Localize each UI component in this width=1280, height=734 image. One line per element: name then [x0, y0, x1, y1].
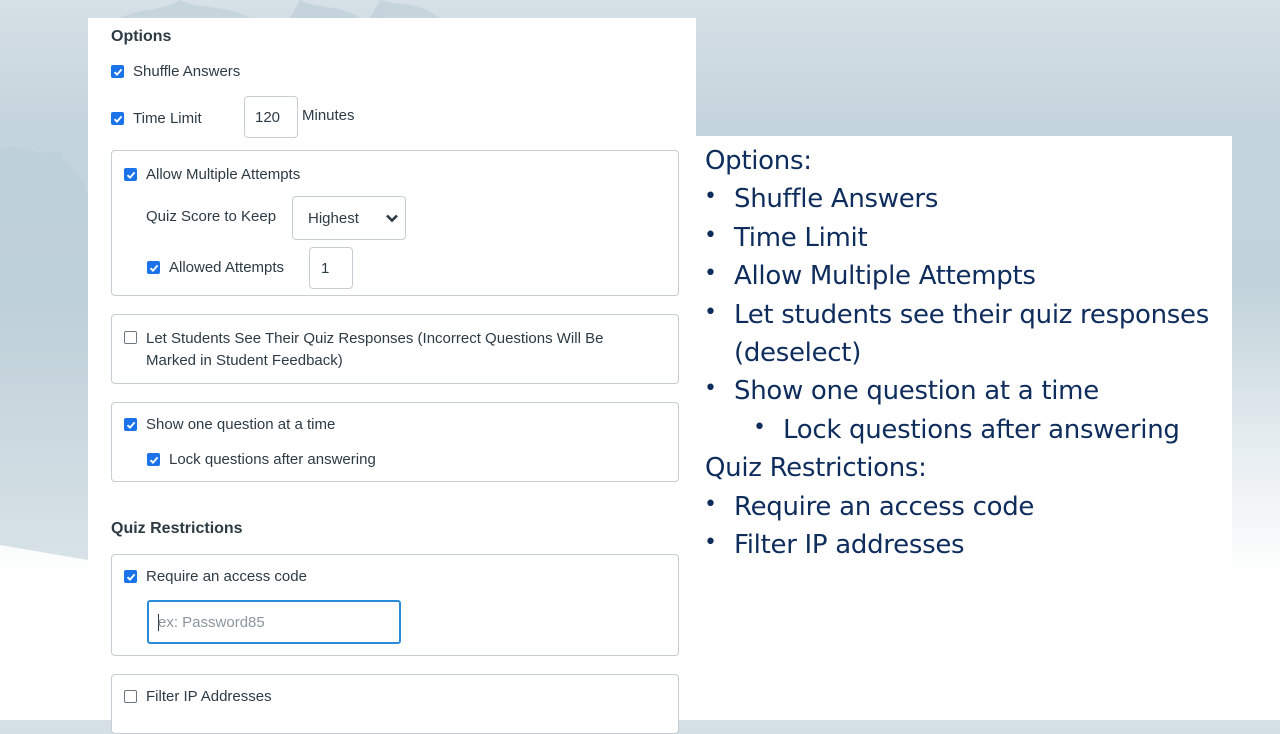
see-responses-label-line2: Marked in Student Feedback): [146, 352, 343, 369]
notes-item: Show one question at a time: [734, 376, 1099, 406]
notes-subitem: Lock questions after answering: [783, 415, 1180, 445]
bullet-icon: •: [704, 300, 717, 325]
see-responses-option[interactable]: Let Students See Their Quiz Responses (I…: [124, 328, 603, 372]
notes-item: Time Limit: [734, 223, 868, 253]
shuffle-answers-label: Shuffle Answers: [133, 63, 241, 80]
quiz-restrictions-heading: Quiz Restrictions: [111, 520, 243, 537]
time-limit-checkbox[interactable]: [111, 112, 124, 125]
chevron-down-icon: [386, 214, 398, 223]
notes-item: Allow Multiple Attempts: [734, 261, 1036, 291]
score-to-keep-select[interactable]: Highest: [292, 196, 406, 240]
one-question-group: [111, 402, 679, 482]
access-code-checkbox[interactable]: [124, 570, 137, 583]
checkmark-icon: [126, 421, 135, 429]
allowed-attempts-label: Allowed Attempts: [169, 259, 285, 276]
lock-questions-checkbox[interactable]: [147, 453, 160, 466]
quiz-settings-screenshot: Options Shuffle Answers Time Limit 120 M…: [88, 18, 696, 734]
bullet-icon: •: [704, 492, 717, 517]
score-to-keep-label: Quiz Score to Keep: [146, 208, 277, 225]
checkmark-icon: [126, 171, 135, 179]
access-code-label: Require an access code: [146, 568, 307, 585]
notes-heading-restrictions: Quiz Restrictions:: [705, 453, 927, 483]
lock-questions-option[interactable]: Lock questions after answering: [147, 451, 376, 468]
time-limit-label: Time Limit: [133, 110, 202, 127]
checkmark-icon: [113, 68, 122, 76]
checkmark-icon: [149, 264, 158, 272]
checkmark-icon: [126, 573, 135, 581]
bullet-icon: •: [704, 376, 717, 401]
bullet-icon: •: [753, 415, 766, 440]
time-limit-input[interactable]: 120: [244, 96, 298, 138]
one-question-label: Show one question at a time: [146, 416, 336, 433]
access-code-input[interactable]: ex: Password85: [147, 600, 401, 644]
notes-item: Filter IP addresses: [734, 530, 965, 560]
see-responses-label-line1: Let Students See Their Quiz Responses (I…: [146, 330, 604, 347]
bullet-icon: •: [704, 261, 717, 286]
multiple-attempts-label: Allow Multiple Attempts: [146, 166, 301, 183]
filter-ip-checkbox[interactable]: [124, 690, 137, 703]
checkmark-icon: [149, 456, 158, 464]
slide-notes-panel: Options: • Shuffle Answers • Time Limit …: [696, 136, 1232, 720]
multiple-attempts-option[interactable]: Allow Multiple Attempts: [124, 166, 300, 183]
see-responses-checkbox[interactable]: [124, 331, 137, 344]
options-heading: Options: [111, 28, 172, 45]
shuffle-answers-option[interactable]: Shuffle Answers: [111, 63, 240, 80]
notes-item: Require an access code: [734, 492, 1035, 522]
bullet-icon: •: [704, 223, 717, 248]
score-to-keep-value: Highest: [308, 209, 359, 227]
notes-heading-options: Options:: [705, 146, 812, 176]
one-question-option[interactable]: Show one question at a time: [124, 416, 335, 433]
time-limit-unit: Minutes: [302, 107, 355, 124]
time-limit-option[interactable]: Time Limit: [111, 110, 202, 127]
bullet-icon: •: [704, 530, 717, 555]
checkmark-icon: [113, 115, 122, 123]
notes-item-continuation: (deselect): [734, 338, 862, 368]
lock-questions-label: Lock questions after answering: [169, 451, 376, 468]
filter-ip-label: Filter IP Addresses: [146, 688, 272, 705]
allowed-attempts-input[interactable]: 1: [309, 247, 353, 289]
filter-ip-option[interactable]: Filter IP Addresses: [124, 688, 272, 705]
access-code-placeholder: ex: Password85: [158, 613, 265, 631]
multiple-attempts-checkbox[interactable]: [124, 168, 137, 181]
allowed-attempts-checkbox[interactable]: [147, 261, 160, 274]
bullet-icon: •: [704, 184, 717, 209]
notes-item: Let students see their quiz responses: [734, 300, 1209, 330]
access-code-option[interactable]: Require an access code: [124, 568, 307, 585]
allowed-attempts-option[interactable]: Allowed Attempts: [147, 259, 284, 276]
one-question-checkbox[interactable]: [124, 418, 137, 431]
shuffle-answers-checkbox[interactable]: [111, 65, 124, 78]
notes-item: Shuffle Answers: [734, 184, 939, 214]
